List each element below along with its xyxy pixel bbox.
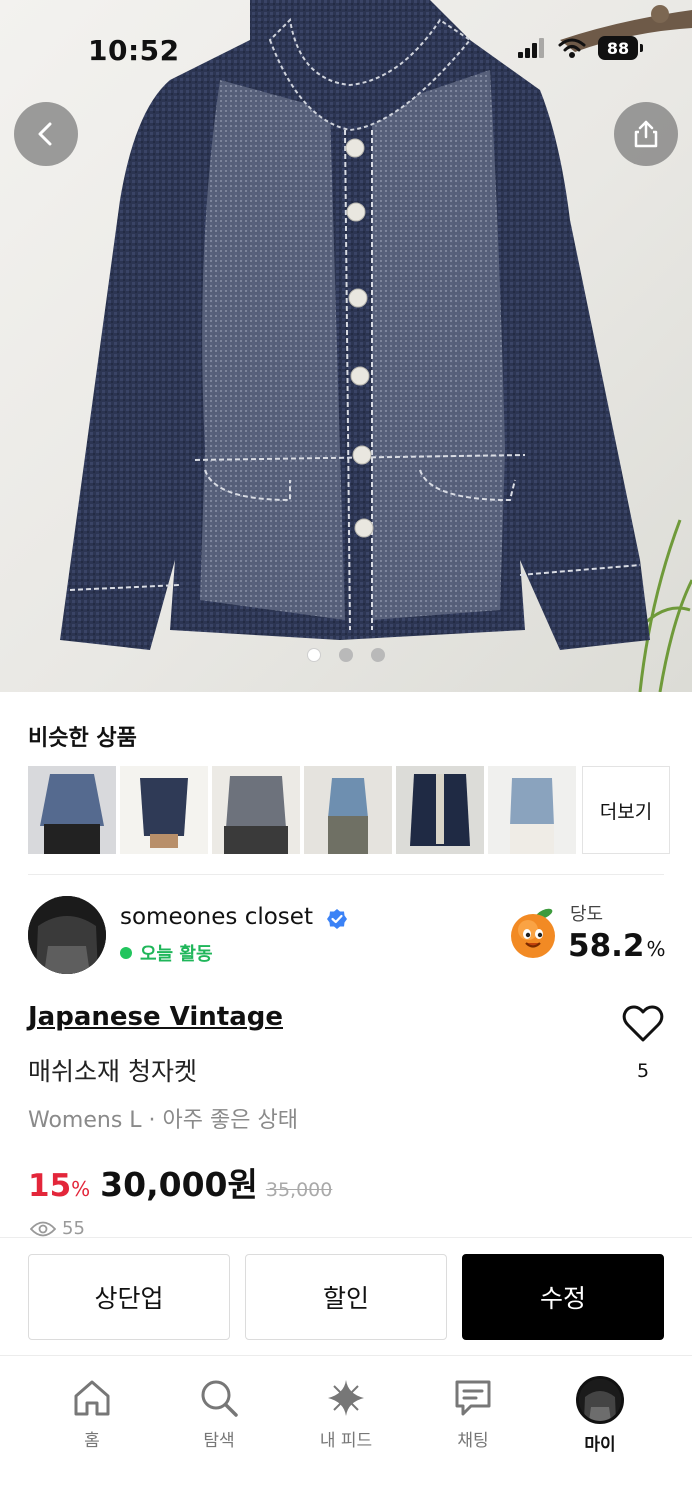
discount-unit: % bbox=[71, 1177, 91, 1201]
signal-icon bbox=[518, 38, 544, 58]
original-price: 35,000 bbox=[265, 1179, 333, 1201]
similar-item-3[interactable] bbox=[212, 766, 300, 854]
battery-level: 88 bbox=[606, 38, 630, 58]
back-button[interactable] bbox=[14, 102, 78, 166]
avatar-image bbox=[579, 1379, 621, 1421]
status-icons: 88 bbox=[518, 36, 643, 60]
sweetness-unit: % bbox=[646, 937, 666, 961]
price: 30,000원 bbox=[100, 1165, 258, 1204]
search-icon bbox=[201, 1380, 238, 1417]
wifi-icon bbox=[558, 38, 586, 58]
tab-label: 탐색 bbox=[203, 1431, 235, 1451]
similar-item-1[interactable] bbox=[28, 766, 116, 854]
similar-items-title: 비슷한 상품 bbox=[28, 726, 137, 751]
product-meta: Womens L · 아주 좋은 상태 bbox=[28, 1108, 298, 1133]
sweetness-score: 58.2% bbox=[568, 928, 666, 964]
brand-link[interactable]: Japanese Vintage bbox=[28, 1002, 283, 1032]
product-image-carousel[interactable]: 10:52 88 bbox=[0, 0, 692, 692]
discount-button[interactable]: 할인 bbox=[245, 1254, 447, 1340]
similar-item-image bbox=[396, 766, 484, 854]
home-icon bbox=[74, 1380, 110, 1416]
similar-items-list[interactable]: 더보기 bbox=[28, 766, 670, 854]
tab-label: 홈 bbox=[84, 1431, 100, 1451]
view-count-value: 55 bbox=[62, 1218, 85, 1239]
sparkle-icon bbox=[328, 1380, 364, 1416]
status-bar: 10:52 88 bbox=[0, 0, 692, 100]
seller-name[interactable]: someones closet bbox=[120, 904, 313, 930]
status-time: 10:52 bbox=[88, 34, 180, 67]
view-count: 55 bbox=[30, 1218, 85, 1239]
similar-item-5[interactable] bbox=[396, 766, 484, 854]
tab-my[interactable]: 마이 bbox=[545, 1376, 655, 1455]
tab-label: 내 피드 bbox=[319, 1431, 373, 1451]
carousel-dots[interactable] bbox=[0, 648, 692, 662]
similar-item-image bbox=[28, 766, 116, 854]
peach-icon bbox=[511, 908, 555, 958]
divider bbox=[28, 874, 664, 875]
similar-item-2[interactable] bbox=[120, 766, 208, 854]
more-similar-button[interactable]: 더보기 bbox=[582, 766, 670, 854]
sweetness-value: 58.2 bbox=[568, 928, 645, 964]
similar-item-6[interactable] bbox=[488, 766, 576, 854]
price-row: 15 % 30,000원 35,000 bbox=[28, 1158, 332, 1206]
similar-item-4[interactable] bbox=[304, 766, 392, 854]
battery-icon: 88 bbox=[598, 36, 643, 60]
similar-item-image bbox=[120, 766, 208, 854]
sweetness-label: 당도 bbox=[570, 904, 604, 925]
carousel-dot-1[interactable] bbox=[307, 648, 321, 662]
seller-avatar-image bbox=[28, 896, 106, 974]
product-photo bbox=[60, 0, 692, 692]
discount-rate: 15 bbox=[28, 1168, 72, 1204]
tab-label: 채팅 bbox=[457, 1431, 489, 1451]
product-name: 매쉬소재 청자켓 bbox=[28, 1057, 197, 1086]
tab-home[interactable]: 홈 bbox=[37, 1376, 147, 1451]
similar-item-image bbox=[212, 766, 300, 854]
seller-avatar[interactable] bbox=[28, 896, 106, 974]
seller-activity: 오늘 활동 bbox=[120, 940, 213, 966]
eye-icon bbox=[30, 1221, 56, 1236]
tab-label: 마이 bbox=[584, 1435, 616, 1455]
heart-icon[interactable] bbox=[622, 1004, 664, 1044]
tab-explore[interactable]: 탐색 bbox=[164, 1376, 274, 1451]
tab-chat[interactable]: 채팅 bbox=[418, 1376, 528, 1451]
chat-icon bbox=[455, 1380, 491, 1416]
action-bar: 상단업 할인 수정 bbox=[0, 1237, 692, 1355]
carousel-dot-3[interactable] bbox=[371, 648, 385, 662]
edit-button[interactable]: 수정 bbox=[462, 1254, 664, 1340]
like-count: 5 bbox=[636, 1060, 650, 1082]
active-dot bbox=[120, 947, 132, 959]
tab-feed[interactable]: 내 피드 bbox=[291, 1376, 401, 1451]
chevron-left-icon bbox=[38, 122, 52, 146]
share-button[interactable] bbox=[614, 102, 678, 166]
bump-button[interactable]: 상단업 bbox=[28, 1254, 230, 1340]
verified-badge-icon bbox=[327, 909, 347, 929]
similar-item-image bbox=[488, 766, 576, 854]
activity-label: 오늘 활동 bbox=[140, 944, 213, 965]
similar-item-image bbox=[304, 766, 392, 854]
carousel-dot-2[interactable] bbox=[339, 648, 353, 662]
tab-bar: 홈 탐색 내 피드 채팅 마이 bbox=[0, 1355, 692, 1500]
avatar bbox=[576, 1376, 624, 1424]
share-icon bbox=[634, 120, 658, 148]
